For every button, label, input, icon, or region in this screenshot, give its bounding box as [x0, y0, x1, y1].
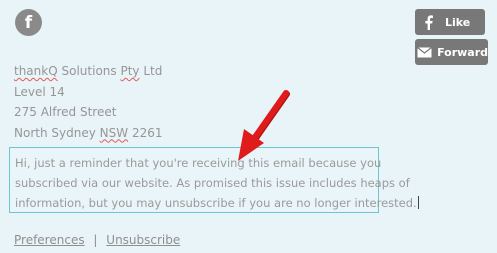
address-postcode: 2261: [131, 125, 163, 140]
facebook-icon: [415, 14, 441, 30]
like-label: Like: [445, 15, 471, 29]
facebook-glyph: f: [24, 12, 33, 33]
address-line: Level 14: [14, 84, 65, 99]
subscription-notice-textbox[interactable]: Hi, just a reminder that you're receivin…: [9, 147, 419, 213]
footer-links: Preferences | Unsubscribe: [14, 233, 180, 247]
text-cursor: [417, 196, 419, 209]
notice-line: subscribed via our website. As promised …: [15, 176, 410, 190]
unsubscribe-link[interactable]: Unsubscribe: [106, 233, 180, 247]
notice-line: information, but you may unsubscribe if …: [15, 193, 419, 213]
company-address: thankQ Solutions Pty Ltd Level 14 275 Al…: [14, 61, 162, 143]
facebook-icon[interactable]: f: [15, 9, 42, 36]
company-name: thankQ Solutions Pty Ltd: [14, 61, 162, 82]
annotation-arrow-icon: [238, 90, 290, 161]
preferences-link[interactable]: Preferences: [14, 233, 85, 247]
notice-line: Hi, just a reminder that you're receivin…: [15, 156, 382, 170]
company-name-part: Solutions: [61, 64, 117, 78]
forward-label: Forward: [437, 45, 488, 59]
address-state: NSW: [99, 125, 129, 140]
notice-line-text: information, but you may unsubscribe if …: [15, 196, 417, 210]
address-city: North Sydney: [14, 125, 96, 140]
envelope-icon: [415, 46, 434, 58]
link-separator: |: [93, 233, 98, 247]
forward-button[interactable]: Forward: [415, 39, 488, 65]
company-name-part: thankQ: [14, 64, 58, 78]
like-button[interactable]: Like: [415, 9, 485, 35]
address-city-line: North Sydney NSW 2261: [14, 123, 162, 144]
company-name-part: Ltd: [143, 64, 163, 78]
address-line: 275 Alfred Street: [14, 105, 117, 119]
company-name-part: Pty: [120, 64, 140, 78]
